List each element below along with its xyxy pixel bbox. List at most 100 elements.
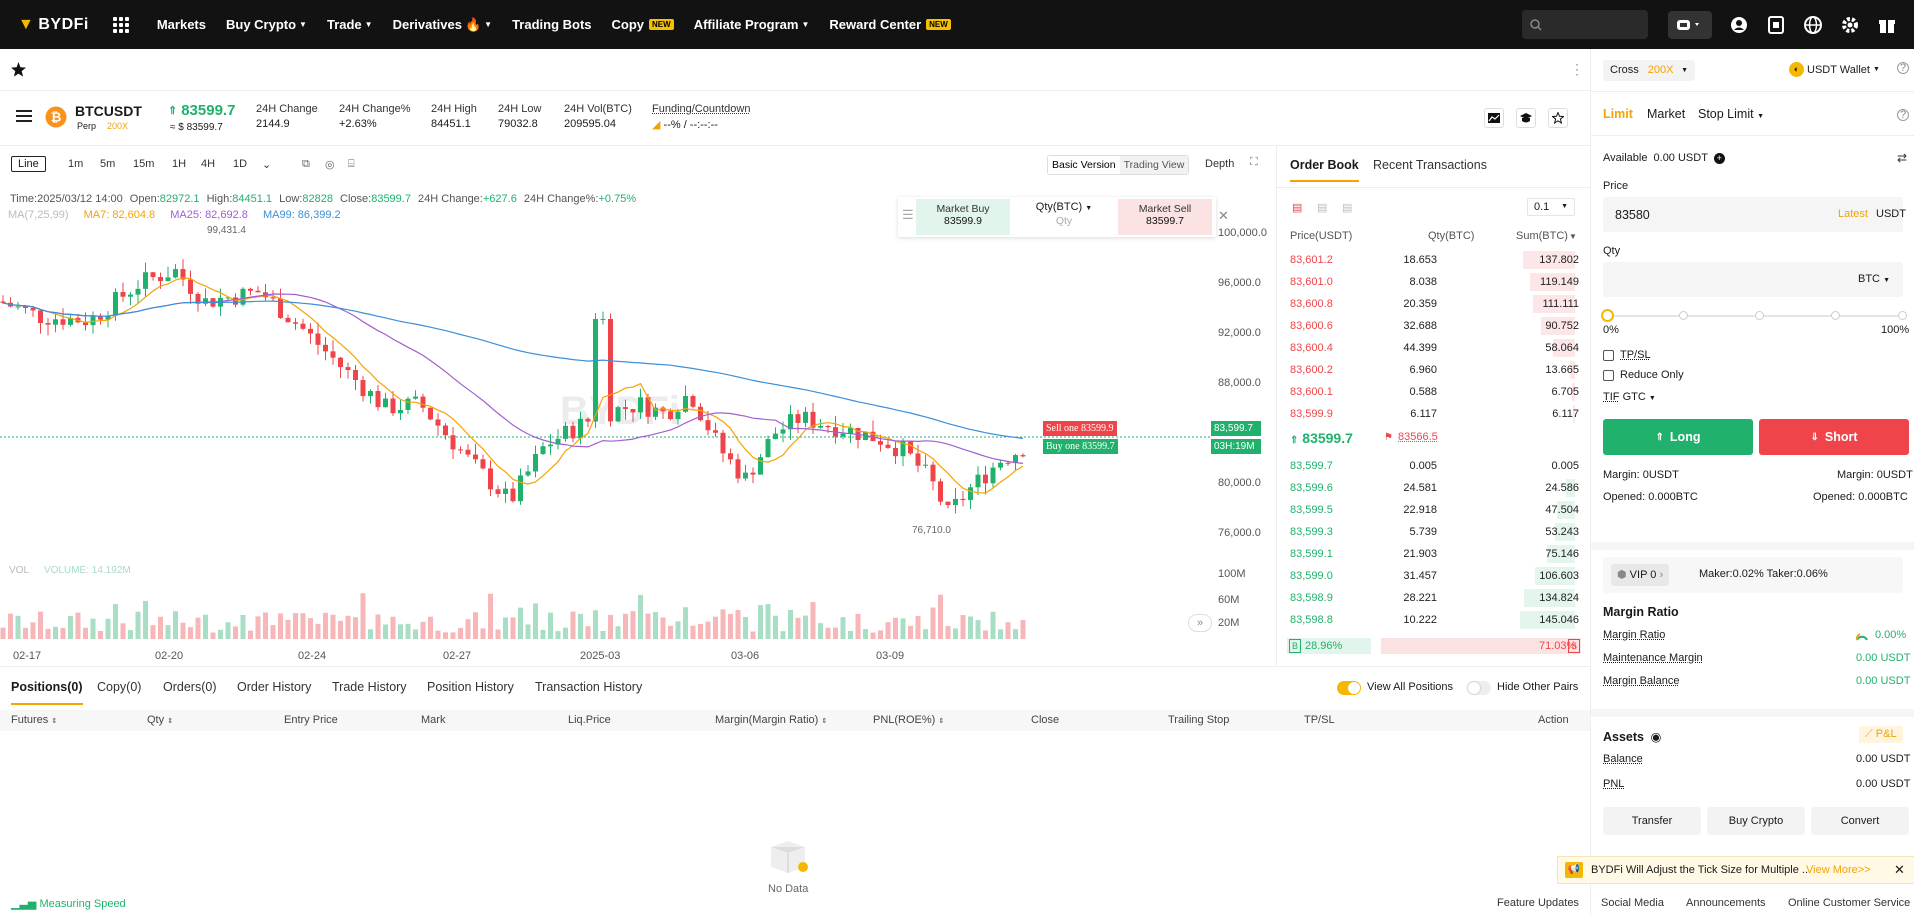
qty-slider[interactable] — [1607, 315, 1899, 317]
measuring-speed[interactable]: ▁▃▅ Measuring Speed — [11, 897, 126, 910]
buy-crypto-button[interactable]: Buy Crypto — [1707, 807, 1805, 835]
chart-style-line[interactable]: Line — [11, 156, 46, 172]
menu-buy-crypto[interactable]: Buy Crypto ▼ — [216, 17, 317, 32]
more-intervals-icon[interactable]: ⌄ — [262, 158, 271, 171]
menu-trade[interactable]: Trade ▼ — [317, 17, 383, 32]
order-type-market[interactable]: Market — [1647, 107, 1685, 121]
book-view-both-icon[interactable]: ▤ — [1292, 201, 1302, 214]
tab-order-history[interactable]: Order History — [237, 680, 311, 694]
symbol-name[interactable]: BTCUSDT — [75, 103, 142, 119]
book-row[interactable]: 83,598.8 10.222 145.046 — [1277, 610, 1591, 630]
depth-tab[interactable]: Depth — [1205, 158, 1234, 170]
basic-version-tab[interactable]: Basic Version — [1048, 156, 1120, 174]
wallet-select[interactable]: ◐ USDT Wallet ▼ — [1789, 62, 1880, 77]
book-view-bids-icon[interactable]: ▤ — [1317, 201, 1327, 214]
help-icon[interactable]: ? — [1897, 62, 1909, 74]
long-button[interactable]: ⇑ Long — [1603, 419, 1753, 455]
hamburger-menu-icon[interactable] — [16, 109, 32, 126]
more-vertical-icon[interactable]: ⋮ — [1570, 61, 1584, 78]
menu-derivatives[interactable]: Derivatives 🔥 ▼ — [383, 17, 503, 33]
book-row[interactable]: 83,601.0 8.038 119.149 — [1277, 272, 1591, 292]
col-margin[interactable]: Margin(Margin Ratio) ⇕ — [715, 714, 827, 726]
tab-orders[interactable]: Orders(0) — [163, 680, 216, 694]
footer-announcements[interactable]: Announcements — [1686, 897, 1766, 909]
gear-icon[interactable] — [1840, 15, 1860, 35]
latest-price-button[interactable]: Latest — [1838, 208, 1868, 220]
slider-handle[interactable] — [1601, 309, 1614, 322]
tutorial-cap-icon[interactable] — [1516, 108, 1536, 128]
qty-input[interactable]: Qty(BTC) ▼ Qty — [1014, 201, 1114, 227]
footer-social-media[interactable]: Social Media — [1601, 897, 1664, 909]
indicator-icon[interactable]: ⧉ — [302, 158, 310, 171]
gift-icon[interactable] — [1877, 15, 1897, 35]
download-icon[interactable] — [1766, 15, 1786, 35]
drag-handle-icon[interactable]: ☰ — [902, 207, 914, 223]
settings-icon[interactable]: ◎ — [325, 158, 335, 171]
menu-trading-bots[interactable]: Trading Bots — [502, 17, 601, 32]
funding-countdown[interactable]: Funding/Countdown ◢ --% / --:--:-- — [652, 103, 750, 131]
tpsl-checkbox[interactable]: TP/SL — [1603, 349, 1651, 361]
order-type-stop-limit[interactable]: Stop Limit ▼ — [1698, 107, 1764, 121]
view-all-positions-toggle[interactable] — [1337, 681, 1361, 695]
scroll-to-latest-button[interactable]: » — [1188, 614, 1212, 632]
tif-select[interactable]: TIF GTC ▼ — [1603, 391, 1656, 403]
bydfi-logo[interactable]: ▼ BYDFi — [18, 16, 89, 34]
interval-1d[interactable]: 1D — [233, 158, 247, 170]
margin-mode-select[interactable]: Cross 200X ▼ — [1603, 60, 1695, 81]
tab-recent-transactions[interactable]: Recent Transactions — [1373, 158, 1487, 172]
interval-15m[interactable]: 15m — [133, 158, 154, 170]
col-qty[interactable]: Qty ⇕ — [147, 714, 173, 726]
menu-affiliate-program[interactable]: Affiliate Program ▼ — [684, 17, 820, 32]
tab-trade-history[interactable]: Trade History — [332, 680, 407, 694]
account-icon[interactable] — [1729, 15, 1749, 35]
tab-position-history[interactable]: Position History — [427, 680, 514, 694]
fullscreen-icon[interactable]: ⛶ — [1250, 156, 1258, 169]
chart-toggle-icon[interactable] — [1484, 108, 1504, 128]
col-futures[interactable]: Futures ⇕ — [11, 714, 57, 726]
market-buy-button[interactable]: Market Buy 83599.9 — [916, 199, 1010, 235]
interval-1m[interactable]: 1m — [68, 158, 83, 170]
menu-copy[interactable]: Copy NEW — [602, 17, 684, 32]
add-funds-icon[interactable]: + — [1713, 153, 1725, 164]
globe-icon[interactable] — [1803, 15, 1823, 35]
vip-level-button[interactable]: ⬢ VIP 0 › — [1611, 564, 1670, 586]
footer-feature-updates[interactable]: Feature Updates — [1497, 897, 1579, 909]
apps-grid-icon[interactable] — [112, 16, 129, 33]
tab-copy[interactable]: Copy(0) — [97, 680, 141, 694]
order-type-limit[interactable]: Limit — [1603, 107, 1633, 121]
qty-unit-select[interactable]: BTC ▼ — [1858, 273, 1890, 285]
notice-text[interactable]: BYDFi Will Adjust the Tick Size for Mult… — [1591, 864, 1811, 876]
close-icon[interactable]: ✕ — [1894, 862, 1905, 878]
col-pnl[interactable]: PNL(ROE%) ⇕ — [873, 714, 944, 726]
interval-1h[interactable]: 1H — [172, 158, 186, 170]
book-row[interactable]: 83,600.6 32.688 90.752 — [1277, 316, 1591, 336]
footer-online-customer-service[interactable]: Online Customer Service — [1788, 897, 1910, 909]
book-row[interactable]: 83,599.3 5.739 53.243 — [1277, 522, 1591, 542]
trading-view-tab[interactable]: Trading View — [1119, 156, 1189, 174]
price-chart[interactable]: Time:2025/03/12 14:00 Open:82972.1 High:… — [0, 184, 1275, 666]
book-row[interactable]: 83,600.2 6.960 13.665 — [1277, 360, 1591, 380]
reduce-only-checkbox[interactable]: Reduce Only — [1603, 369, 1684, 381]
price-input[interactable]: 83580 Latest USDT — [1603, 197, 1906, 232]
tab-transaction-history[interactable]: Transaction History — [535, 680, 642, 694]
menu-markets[interactable]: Markets — [147, 17, 216, 32]
tab-order-book[interactable]: Order Book — [1290, 158, 1359, 182]
convert-button[interactable]: Convert — [1811, 807, 1909, 835]
close-icon[interactable]: ✕ — [1218, 208, 1229, 224]
tab-positions[interactable]: Positions(0) — [11, 680, 83, 705]
market-sell-button[interactable]: Market Sell 83599.7 — [1118, 199, 1212, 235]
book-row[interactable]: 83,600.8 20.359 111.111 — [1277, 294, 1591, 314]
interval-5m[interactable]: 5m — [100, 158, 115, 170]
book-row[interactable]: 83,599.6 24.581 24.586 — [1277, 478, 1591, 498]
book-row[interactable]: 83,599.7 0.005 0.005 — [1277, 456, 1591, 476]
book-row[interactable]: 83,599.0 31.457 106.603 — [1277, 566, 1591, 586]
interval-4h[interactable]: 4H — [201, 158, 215, 170]
favorite-star-icon[interactable] — [1548, 108, 1568, 128]
precision-select[interactable]: 0.1 ▼ — [1527, 198, 1575, 216]
book-row[interactable]: 83,600.1 0.588 6.705 — [1277, 382, 1591, 402]
book-row[interactable]: 83,600.4 44.399 58.064 — [1277, 338, 1591, 358]
view-more-link[interactable]: View More>> — [1806, 864, 1871, 876]
hide-other-pairs-toggle[interactable] — [1467, 681, 1491, 695]
book-row[interactable]: 83,599.9 6.117 6.117 — [1277, 404, 1591, 424]
book-row[interactable]: 83,599.5 22.918 47.504 — [1277, 500, 1591, 520]
